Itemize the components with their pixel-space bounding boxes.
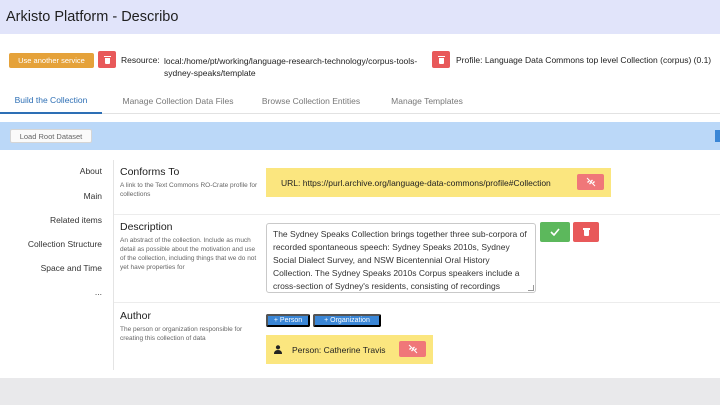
field-divider — [114, 214, 720, 215]
sidebar-item-more[interactable]: ... — [95, 287, 102, 297]
description-text: The Sydney Speaks Collection brings toge… — [273, 229, 527, 291]
check-icon — [550, 228, 560, 236]
page-footer — [0, 378, 720, 405]
remove-resource-button[interactable] — [98, 51, 116, 68]
use-another-service-button[interactable]: Use another service — [9, 53, 94, 68]
resize-handle[interactable] — [528, 285, 534, 291]
conforms-to-value: URL: https://purl.archive.org/language-d… — [266, 168, 611, 197]
sidebar-item-about[interactable]: About — [80, 166, 102, 176]
author-field: Author The person or organization respon… — [120, 310, 260, 343]
collection-toolbar: Load Root Dataset — [0, 122, 720, 150]
tab-manage-templates[interactable]: Manage Templates — [378, 88, 476, 114]
add-organization-button[interactable]: + Organization — [313, 314, 381, 327]
resource-label: Resource: — [121, 55, 160, 65]
conforms-to-help: A link to the Text Commons RO-Crate prof… — [120, 182, 258, 198]
user-icon — [274, 345, 282, 354]
author-value: Person: Catherine Travis — [266, 335, 433, 364]
tab-build-collection[interactable]: Build the Collection — [0, 88, 102, 114]
app-title: Arkisto Platform - Describo — [6, 9, 179, 25]
trash-icon — [437, 55, 445, 64]
author-person-name: Person: Catherine Travis — [292, 345, 386, 355]
trash-icon — [582, 228, 590, 236]
resource-bar: Use another service Resource: local:/hom… — [0, 42, 720, 82]
sidebar-item-related-items[interactable]: Related items — [50, 215, 102, 225]
tab-manage-data-files[interactable]: Manage Collection Data Files — [108, 88, 248, 114]
unlink-icon — [586, 177, 595, 187]
main-tabs: Build the Collection Manage Collection D… — [0, 88, 720, 114]
conforms-to-field: Conforms To A link to the Text Commons R… — [120, 166, 260, 199]
resource-path: local:/home/pt/working/language-research… — [164, 56, 418, 78]
conforms-to-url: URL: https://purl.archive.org/language-d… — [281, 178, 551, 188]
field-divider — [114, 302, 720, 303]
trash-icon — [103, 55, 111, 64]
description-textarea[interactable]: The Sydney Speaks Collection brings toge… — [266, 223, 536, 293]
unlink-icon — [408, 344, 417, 354]
sidebar-item-space-and-time[interactable]: Space and Time — [41, 263, 102, 273]
description-help: An abstract of the collection. Include a… — [120, 237, 257, 271]
author-help: The person or organization responsible f… — [120, 326, 243, 342]
description-title: Description — [120, 221, 173, 233]
load-root-dataset-button[interactable]: Load Root Dataset — [10, 129, 92, 143]
description-field: Description An abstract of the collectio… — [120, 221, 260, 272]
sidebar-item-collection-structure[interactable]: Collection Structure — [28, 239, 102, 249]
author-title: Author — [120, 310, 151, 322]
toolbar-edge-button[interactable] — [715, 130, 720, 142]
remove-profile-button[interactable] — [432, 51, 450, 68]
add-person-button[interactable]: + Person — [266, 314, 310, 327]
app-header: Arkisto Platform - Describo — [0, 0, 720, 34]
delete-description-button[interactable] — [573, 222, 599, 242]
profile-label: Profile: Language Data Commons top level… — [456, 55, 712, 65]
unlink-author-button[interactable] — [399, 341, 426, 357]
sidebar-item-main[interactable]: Main — [84, 191, 102, 201]
unlink-conforms-button[interactable] — [577, 174, 604, 190]
save-description-button[interactable] — [540, 222, 570, 242]
tab-browse-entities[interactable]: Browse Collection Entities — [250, 88, 372, 114]
conforms-to-title: Conforms To — [120, 166, 180, 178]
sidebar-divider — [113, 160, 114, 370]
